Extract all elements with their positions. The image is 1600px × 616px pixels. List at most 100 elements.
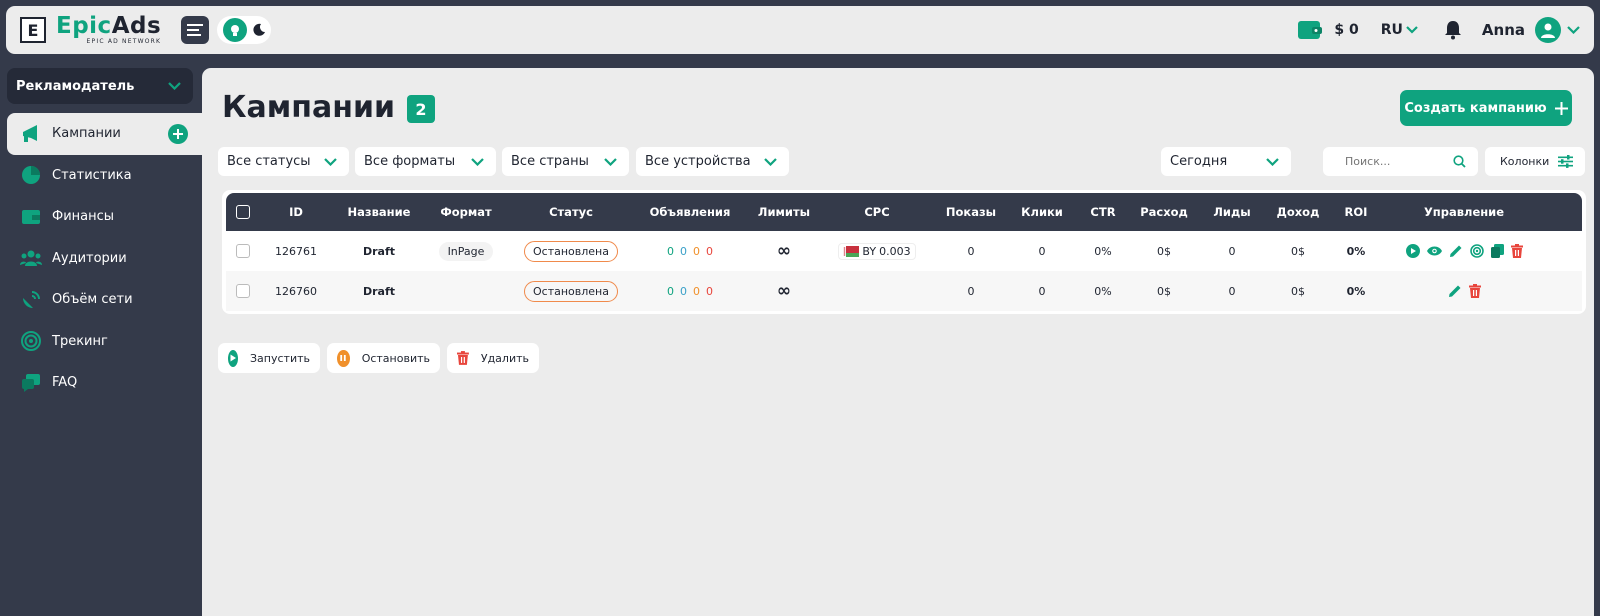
column-header: Управление xyxy=(1423,205,1505,219)
moon-icon[interactable] xyxy=(252,23,266,37)
bulk-stop-button[interactable]: Остановить xyxy=(327,343,440,373)
table-row[interactable]: 126761 Draft InPage Остановлена 0000 ∞ B… xyxy=(226,231,1582,271)
sidebar-item-audiences[interactable]: Аудитории xyxy=(0,238,202,280)
status-badge: Остановлена xyxy=(524,240,618,262)
chevron-down-icon[interactable] xyxy=(1567,26,1580,34)
column-header[interactable]: Показы xyxy=(938,193,1004,231)
chevron-down-icon xyxy=(1406,26,1418,34)
campaigns-table: ID Название Формат Статус Объявления Лим… xyxy=(222,190,1586,314)
column-header[interactable]: ROI xyxy=(1330,193,1382,231)
row-checkbox[interactable] xyxy=(236,244,250,258)
campaign-name[interactable]: Draft xyxy=(338,271,420,311)
select-all-checkbox[interactable] xyxy=(236,205,250,219)
column-header[interactable]: Объявления xyxy=(640,193,740,231)
wallet-icon[interactable] xyxy=(1298,19,1323,41)
column-header[interactable]: Название xyxy=(338,193,420,231)
plus-icon xyxy=(173,128,183,139)
add-campaign-button[interactable] xyxy=(168,123,188,144)
columns-button[interactable]: Колонки xyxy=(1485,147,1585,176)
trash-icon[interactable] xyxy=(1510,244,1523,258)
row-checkbox[interactable] xyxy=(236,284,250,298)
plus-icon xyxy=(1554,101,1568,115)
bell-icon[interactable] xyxy=(1444,20,1462,40)
logo-mark: E xyxy=(20,17,46,43)
status-badge: Остановлена xyxy=(524,280,618,302)
users-icon xyxy=(20,247,42,269)
user-name[interactable]: Anna xyxy=(1482,21,1525,39)
table-row[interactable]: 126760 Draft Остановлена 0000 ∞ 0 0 0% 0… xyxy=(226,271,1582,311)
copy-icon[interactable] xyxy=(1490,244,1504,258)
search-box xyxy=(1323,147,1478,176)
logo[interactable]: E EpicAds EPIC AD NETWORK xyxy=(20,15,161,45)
sidebar-item-network-volume[interactable]: Объём сети xyxy=(0,279,202,321)
chevron-down-icon xyxy=(764,157,777,166)
eye-icon[interactable] xyxy=(1426,245,1442,257)
play-icon xyxy=(228,349,238,367)
satellite-icon xyxy=(20,289,42,311)
bulk-delete-button[interactable]: Удалить xyxy=(447,343,539,373)
chevron-down-icon xyxy=(168,82,181,90)
sidebar-item-tracking[interactable]: Трекинг xyxy=(0,321,202,363)
pie-chart-icon xyxy=(20,164,42,186)
logo-ads: Ads xyxy=(111,13,162,39)
column-header[interactable]: CPC xyxy=(832,193,922,231)
format-filter[interactable]: Все форматы xyxy=(355,147,496,176)
column-header[interactable]: Формат xyxy=(426,193,506,231)
logo-epic: Epic xyxy=(56,13,112,39)
sidebar-item-label: Кампании xyxy=(52,126,121,142)
bulk-start-button[interactable]: Запустить xyxy=(218,343,320,373)
avatar[interactable] xyxy=(1535,17,1561,43)
target-icon xyxy=(20,330,42,352)
search-icon[interactable] xyxy=(1453,155,1466,168)
cpc-badge: BY 0.003 xyxy=(838,242,916,260)
belarus-flag-icon xyxy=(843,245,860,257)
column-header[interactable]: Лимиты xyxy=(746,193,822,231)
table-header: ID Название Формат Статус Объявления Лим… xyxy=(226,193,1582,231)
chat-icon xyxy=(20,372,42,394)
column-header[interactable]: Статус xyxy=(516,193,626,231)
sidebar-nav: Кампании Статистика Финансы Аудитории Об… xyxy=(0,113,202,404)
trash-icon xyxy=(457,351,469,365)
language-select[interactable]: RU xyxy=(1381,22,1418,38)
sidebar-item-campaigns[interactable]: Кампании xyxy=(7,113,202,155)
column-header[interactable]: Клики xyxy=(1010,193,1074,231)
search-input[interactable] xyxy=(1345,155,1445,168)
campaign-id: 126761 xyxy=(275,244,317,258)
sidebar-item-statistics[interactable]: Статистика xyxy=(0,155,202,197)
lightbulb-icon xyxy=(230,25,239,36)
chevron-down-icon xyxy=(604,157,617,166)
pause-icon xyxy=(337,349,350,367)
role-select[interactable]: Рекламодатель xyxy=(7,68,193,104)
pencil-icon[interactable] xyxy=(1449,244,1463,258)
column-header[interactable]: Лиды xyxy=(1202,193,1262,231)
menu-toggle-button[interactable] xyxy=(181,16,210,44)
period-filter[interactable]: Сегодня xyxy=(1161,147,1291,176)
limits-value: ∞ xyxy=(776,241,792,261)
top-bar: E EpicAds EPIC AD NETWORK $ 0 RU Anna xyxy=(6,6,1594,54)
column-header[interactable]: CTR xyxy=(1078,193,1128,231)
status-filter[interactable]: Все статусы xyxy=(218,147,349,176)
device-filter[interactable]: Все устройства xyxy=(636,147,789,176)
theme-toggle[interactable] xyxy=(217,16,272,44)
sidebar-item-finance[interactable]: Финансы xyxy=(0,196,202,238)
chevron-down-icon xyxy=(471,157,484,166)
page-title: Кампании xyxy=(222,90,396,125)
sliders-icon xyxy=(1558,155,1573,168)
menu-icon xyxy=(187,24,204,36)
pencil-icon[interactable] xyxy=(1448,284,1462,298)
campaign-count-badge: 2 xyxy=(407,95,435,123)
trash-icon[interactable] xyxy=(1468,284,1481,298)
target-icon[interactable] xyxy=(1469,244,1484,258)
column-header[interactable]: ID xyxy=(264,193,328,231)
campaign-name[interactable]: Draft xyxy=(338,231,420,271)
column-header[interactable]: Доход xyxy=(1266,193,1330,231)
country-filter[interactable]: Все страны xyxy=(502,147,629,176)
sidebar-item-faq[interactable]: FAQ xyxy=(0,362,202,404)
ads-counts: 0000 xyxy=(667,284,713,298)
create-campaign-button[interactable]: Создать кампанию xyxy=(1400,90,1572,126)
column-header[interactable]: Расход xyxy=(1132,193,1196,231)
chevron-down-icon xyxy=(1266,157,1279,166)
play-icon[interactable] xyxy=(1405,244,1420,258)
user-icon xyxy=(1541,23,1555,38)
light-theme-button[interactable] xyxy=(222,18,247,42)
